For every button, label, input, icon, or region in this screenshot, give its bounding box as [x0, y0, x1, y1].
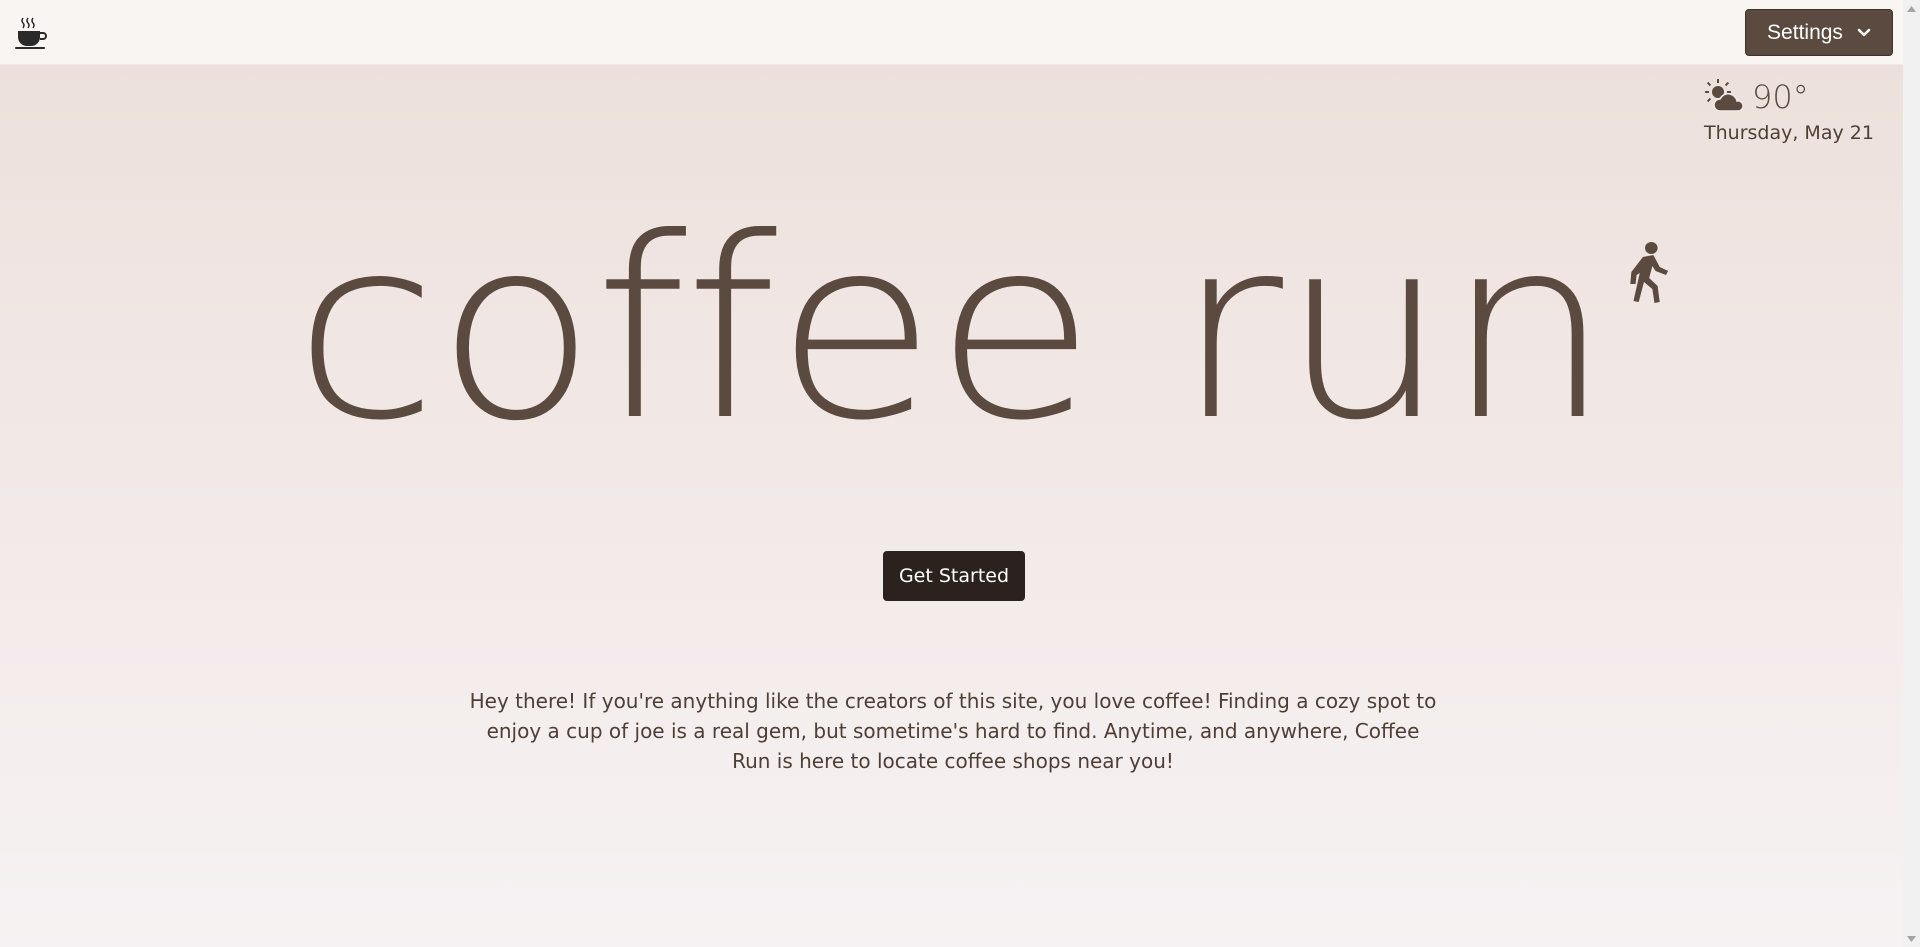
- walking-person-icon: [1630, 242, 1669, 303]
- page-title: coffee run: [294, 205, 1669, 455]
- intro-text: Hey there! If you're anything like the c…: [469, 689, 1437, 773]
- partly-cloudy-icon: [1705, 79, 1744, 112]
- hero: coffee run: [0, 205, 1903, 455]
- coffee-cup-icon[interactable]: [14, 16, 48, 50]
- page-title-text: coffee run: [293, 184, 1612, 475]
- chevron-down-icon: [1857, 28, 1871, 36]
- temperature: 90°: [1752, 78, 1809, 116]
- weather-widget: 90° Thursday, May 21: [1704, 78, 1884, 144]
- settings-button[interactable]: Settings: [1745, 9, 1893, 56]
- scroll-down-arrow-icon[interactable]: [1903, 930, 1920, 947]
- weather-date: Thursday, May 21: [1704, 122, 1874, 144]
- vertical-scrollbar[interactable]: [1903, 0, 1920, 947]
- settings-label: Settings: [1767, 20, 1843, 44]
- get-started-button[interactable]: Get Started: [883, 551, 1025, 601]
- navbar: Settings: [0, 0, 1903, 65]
- scroll-up-arrow-icon[interactable]: [1903, 0, 1920, 17]
